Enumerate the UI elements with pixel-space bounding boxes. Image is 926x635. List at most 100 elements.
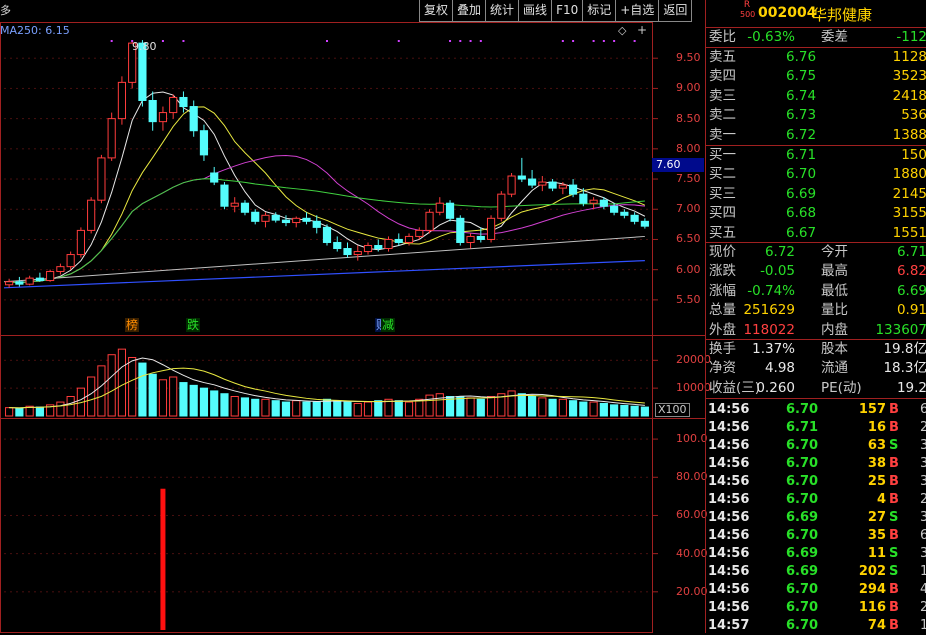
candle-body — [281, 219, 291, 224]
chart-toolbar: 复权 叠加 统计 画线 F10 标记 +自选 返回 — [419, 0, 705, 22]
fundamental-row: 净资 4.98 流通 18.3亿 — [709, 360, 926, 377]
candle-body — [486, 217, 496, 240]
volume-bar — [158, 379, 168, 417]
volume-bar — [435, 393, 444, 417]
candle-body — [343, 248, 352, 256]
volume-bar — [210, 390, 219, 417]
candle-body — [25, 277, 34, 285]
event-marker[interactable]: 减 — [380, 318, 395, 332]
candle-body — [538, 181, 547, 186]
toolbar-button[interactable]: 返回 — [658, 0, 693, 22]
quote-row: 总量 251629 量比 0.91 — [709, 302, 926, 319]
quote-row: 现价 6.72 今开 6.71 — [709, 244, 926, 260]
signal-dot — [602, 40, 605, 42]
high-price-label: 9.80 — [132, 40, 157, 53]
candle-body — [589, 199, 598, 204]
candle-body — [35, 277, 44, 282]
ask-row: 卖一 6.72 1388 — [709, 126, 926, 143]
volume-bar — [35, 406, 44, 417]
trade-row: 14:56 6.70 63 S 3 — [708, 438, 926, 453]
candle-body — [640, 220, 649, 227]
toolbar-button[interactable]: 画线 — [518, 0, 553, 22]
volume-bar — [271, 400, 280, 417]
signal-dot — [110, 40, 113, 42]
toolbar-button[interactable]: +自选 — [615, 0, 660, 22]
quote-panel: R 500 002004 华邦健康 委比 -0.63% 委差 -112 卖五 6.7… — [705, 0, 926, 633]
mode-label: 多 — [0, 4, 11, 17]
plus-icon[interactable]: + — [637, 23, 647, 37]
ma250-label: MA250: 6.15 — [0, 24, 70, 37]
candle-body — [404, 235, 414, 243]
candle-body — [117, 81, 127, 120]
signal-dot — [572, 40, 575, 42]
volume-bar — [476, 398, 485, 417]
candle-body — [292, 217, 301, 224]
current-price-tag: 7.60 — [652, 158, 704, 172]
candle-body — [476, 235, 485, 240]
candle-body — [630, 214, 639, 222]
volume-bars — [5, 348, 649, 417]
stock-name: 华邦健康 — [812, 6, 873, 24]
candle-body — [425, 211, 434, 231]
volume-bar — [107, 354, 116, 417]
bid-row: 买二 6.70 1880 — [709, 166, 926, 183]
signal-dot — [633, 40, 636, 42]
volume-bar — [507, 390, 516, 417]
volume-bar — [189, 384, 198, 417]
chart-frame — [0, 22, 705, 633]
signal-dot — [161, 40, 164, 42]
candle-body — [620, 211, 629, 216]
ask-row: 卖三 6.74 2418 — [709, 87, 926, 104]
candle-body — [87, 199, 96, 231]
indicator-tick-label: 80.00 — [676, 470, 708, 484]
toolbar-button[interactable]: 统计 — [485, 0, 520, 22]
toolbar-button[interactable]: F10 — [551, 0, 584, 22]
candle-body — [569, 184, 578, 195]
toolbar-button[interactable]: 叠加 — [452, 0, 487, 22]
trade-row: 14:56 6.71 16 B 2 — [708, 420, 926, 435]
volume-unit: X100 — [655, 403, 690, 417]
toolbar-button[interactable]: 复权 — [419, 0, 454, 22]
price-tick-label: 8.50 — [676, 111, 701, 125]
signal-dot — [459, 40, 462, 42]
diamond-icon[interactable]: ◇ — [618, 24, 626, 37]
volume-bar — [15, 407, 24, 417]
bid-row: 买一 6.71 150 — [709, 147, 926, 163]
volume-bar — [128, 357, 137, 417]
candle-body — [507, 175, 516, 195]
event-marker[interactable]: 跌 — [185, 318, 200, 332]
kline-chart[interactable] — [0, 0, 705, 633]
volume-bar — [333, 400, 342, 417]
indicator-tick-label: 60.00 — [676, 508, 708, 522]
trade-row: 14:56 6.70 294 B 4 — [708, 582, 926, 597]
candle-body — [5, 281, 14, 286]
volume-bar — [5, 407, 14, 417]
price-tick-label: 9.00 — [676, 81, 701, 95]
volume-bar — [302, 401, 311, 417]
price-tick-label: 5.50 — [676, 292, 701, 306]
candle-body — [271, 214, 280, 221]
candle-body — [558, 184, 567, 189]
volume-bar — [261, 398, 270, 417]
volume-bar — [240, 397, 250, 417]
chart-grid — [4, 57, 658, 593]
volume-bar — [343, 401, 352, 417]
indicator-spike — [160, 488, 166, 630]
candle-body — [148, 100, 157, 123]
volume-bar — [599, 402, 608, 417]
candle-body — [527, 178, 537, 186]
volume-bar — [363, 401, 373, 417]
event-marker[interactable]: 榜 — [125, 318, 140, 332]
price-tick-label: 7.00 — [676, 202, 701, 216]
volume-bar — [56, 401, 65, 417]
indicator-bars — [160, 488, 166, 630]
toolbar-button[interactable]: 标记 — [582, 0, 617, 22]
candle-body — [179, 96, 188, 108]
candle-body — [189, 106, 198, 132]
candle-body — [107, 118, 116, 159]
volume-bar — [630, 405, 639, 417]
price-tick-label: 6.00 — [676, 262, 701, 276]
quote-row: 涨跌 -0.05 最高 6.82 — [709, 263, 926, 280]
volume-bar — [312, 401, 321, 417]
volume-bar — [579, 401, 588, 417]
